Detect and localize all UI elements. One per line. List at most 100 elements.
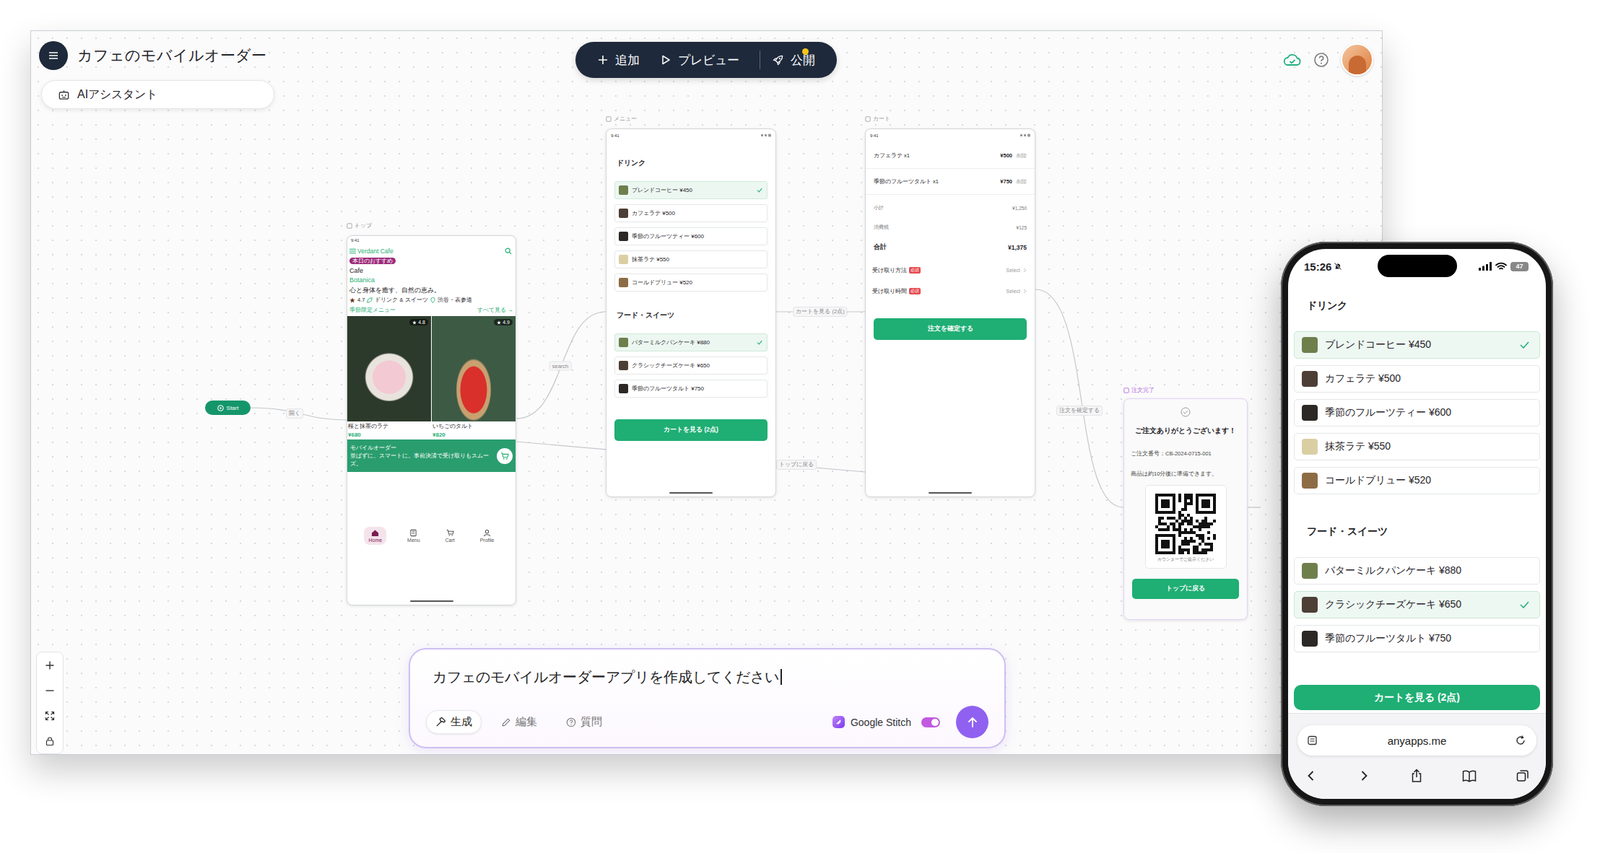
frame-label[interactable]: カート	[864, 114, 891, 123]
mobile-order-banner[interactable]: モバイルオーダー並ばずに、スマートに。事前決済で受け取りもスムーズ。	[347, 439, 516, 473]
nav-item[interactable]: Cart	[441, 527, 460, 546]
menu-item[interactable]: コールドブリュー ¥520	[614, 273, 768, 292]
edge-label[interactable]: カートを見る (2点)	[792, 306, 847, 317]
nav-item[interactable]: Profile	[475, 527, 499, 546]
menu-item[interactable]: コールドブリュー ¥520	[1293, 467, 1541, 495]
menu-item[interactable]: クラシックチーズケーキ ¥650	[614, 356, 768, 375]
page-menu-icon[interactable]	[1307, 735, 1320, 746]
menu-item[interactable]: 抹茶ラテ ¥550	[614, 250, 768, 269]
remove-button[interactable]: 削除	[1016, 152, 1027, 160]
forward-icon[interactable]	[1357, 769, 1371, 783]
send-button[interactable]	[955, 706, 989, 739]
menu-item[interactable]: バターミルクパンケーキ ¥880	[614, 333, 768, 352]
frame-label[interactable]: 注文完了	[1123, 386, 1155, 395]
mode-button[interactable]: 編集	[491, 710, 547, 735]
tabs-icon[interactable]	[1516, 769, 1530, 783]
edge-label[interactable]: 開く	[285, 408, 304, 419]
hamburger-icon[interactable]	[349, 248, 356, 255]
search-icon[interactable]	[504, 247, 512, 255]
confirm-order-button[interactable]: 注文を確定する	[873, 318, 1027, 341]
user-avatar[interactable]	[1340, 43, 1374, 76]
top-screen[interactable]: 9:41Verdant Cafe本日のおすすめCafeBotanica心と身体を…	[346, 235, 517, 606]
edge-label[interactable]: search	[549, 361, 572, 372]
pickup-option[interactable]: 受け取り方法必須Select	[865, 259, 1035, 281]
menu-item[interactable]: 季節のフルーツタルト ¥750	[1293, 625, 1541, 653]
product-price: ¥680	[347, 431, 432, 440]
edge-label[interactable]: 注文を確定する	[1056, 405, 1103, 416]
bookmarks-icon[interactable]	[1462, 769, 1477, 783]
nav-item[interactable]: Menu	[402, 527, 425, 546]
cart-button[interactable]	[496, 448, 513, 465]
page: 開く search カートを見る (2点) トップに戻る 注文を確定する Start トップ…	[0, 0, 1600, 853]
status-icons	[761, 133, 772, 138]
item-photo	[618, 231, 629, 242]
order-complete-screen[interactable]: ご注文ありがとうございます！ご注文番号：CB-2024-0715-001商品は約…	[1123, 398, 1248, 621]
item-photo	[1301, 472, 1318, 489]
prompt-input[interactable]: カフェのモバイルオーダーアプリを作成してください	[425, 667, 989, 688]
section-title: ドリンク	[606, 158, 776, 169]
frame-label[interactable]: トップ	[346, 221, 372, 230]
cart-screen[interactable]: 9:41カフェラテ x1¥500削除季節のフルーツタルト x1¥750削除小計¥…	[864, 128, 1036, 498]
flow-edge[interactable]	[250, 407, 347, 421]
start-node[interactable]: Start	[205, 400, 251, 416]
flow-edge[interactable]	[1035, 289, 1124, 508]
editor-window: 開く search カートを見る (2点) トップに戻る 注文を確定する Start トップ…	[30, 30, 1383, 756]
menu-screen[interactable]: 9:41ドリンクブレンドコーヒー ¥450カフェラテ ¥500季節のフルーツティ…	[605, 128, 777, 498]
back-to-top-button[interactable]: トップに戻る	[1132, 579, 1239, 600]
help-icon[interactable]	[1313, 51, 1330, 68]
signal-icon	[1478, 262, 1492, 271]
menu-item[interactable]: 季節のフルーツティー ¥600	[1293, 399, 1541, 427]
chevron-right-icon	[1023, 267, 1027, 273]
menu-item[interactable]: 抹茶ラテ ¥550	[1293, 433, 1541, 461]
menu-item[interactable]: バターミルクパンケーキ ¥880	[1293, 557, 1541, 585]
menu-item[interactable]: クラシックチーズケーキ ¥650	[1293, 591, 1541, 619]
view-cart-button[interactable]: カートを見る (2点)	[614, 419, 768, 442]
zoom-out-button[interactable]	[36, 677, 63, 704]
product-card[interactable]: 4.8桜と抹茶のラテ¥680	[347, 316, 432, 440]
view-cart-button[interactable]: カートを見る (2点)	[1293, 685, 1541, 711]
section-title: フード・スイーツ	[1293, 524, 1541, 539]
item-photo	[1301, 405, 1318, 421]
toolbar-button[interactable]: 追加	[597, 51, 640, 69]
pickup-option[interactable]: 受け取り時間必須Select	[865, 280, 1035, 302]
remove-button[interactable]: 削除	[1016, 178, 1027, 186]
flow-edge[interactable]	[516, 311, 606, 419]
menu-item[interactable]: 季節のフルーツティー ¥600	[614, 227, 768, 246]
menu-item[interactable]: カフェラテ ¥500	[1293, 365, 1541, 393]
nav-item[interactable]: Home	[363, 527, 387, 546]
mode-button[interactable]: 生成	[425, 710, 482, 735]
see-all-link[interactable]: すべて見る →	[477, 305, 514, 316]
toggle-switch[interactable]	[921, 717, 941, 728]
fit-view-button[interactable]	[36, 703, 63, 729]
frame-label[interactable]: メニュー	[605, 114, 637, 123]
share-icon[interactable]	[1410, 768, 1424, 784]
menu-item[interactable]: ブレンドコーヒー ¥450	[1293, 331, 1541, 359]
toolbar-button[interactable]: 公開	[771, 51, 816, 69]
main-toolbar: 追加 プレビュー 公開	[575, 41, 837, 78]
rating-badge: 4.9	[493, 319, 513, 326]
edge-label[interactable]: トップに戻る	[776, 459, 817, 471]
reload-icon[interactable]	[1514, 735, 1527, 747]
address-bar[interactable]: anyapps.me	[1297, 725, 1537, 756]
toolbar-button[interactable]: プレビュー	[659, 51, 740, 69]
item-photo	[1301, 597, 1318, 613]
flow-edge[interactable]	[1247, 506, 1261, 508]
zoom-in-button[interactable]	[36, 652, 63, 678]
google-stitch-toggle[interactable]: Google Stitch	[832, 716, 941, 729]
lock-button[interactable]	[36, 728, 63, 754]
menu-item[interactable]: 季節のフルーツタルト ¥750	[614, 379, 768, 398]
menu-item[interactable]: ブレンドコーヒー ¥450	[614, 181, 768, 200]
back-icon[interactable]	[1304, 769, 1318, 783]
project-title[interactable]: カフェのモバイルオーダー	[77, 45, 267, 66]
item-photo	[618, 208, 629, 219]
cloud-synced-icon[interactable]	[1283, 52, 1302, 68]
hero-title: Cafe	[349, 266, 514, 277]
required-badge: 必須	[909, 288, 921, 295]
plus-icon	[44, 660, 55, 671]
ai-assistant-button[interactable]: AIアシスタント	[41, 80, 275, 110]
order-summary: 小計¥1,250消費税¥125合計¥1,375	[865, 198, 1035, 258]
mode-button[interactable]: 質問	[556, 710, 612, 735]
menu-item[interactable]: カフェラテ ¥500	[614, 204, 768, 223]
main-menu-button[interactable]	[38, 41, 68, 71]
product-card[interactable]: 4.9いちごのタルト¥820	[431, 316, 516, 440]
